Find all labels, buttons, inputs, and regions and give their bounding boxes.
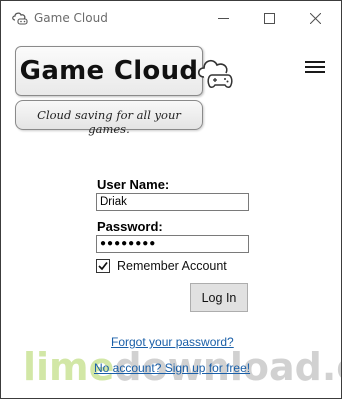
signup-link[interactable]: No account? Sign up for free! xyxy=(94,361,250,375)
maximize-button[interactable] xyxy=(246,1,292,35)
close-icon xyxy=(309,12,321,24)
login-button[interactable]: Log In xyxy=(190,283,248,312)
close-button[interactable] xyxy=(292,1,338,35)
logo-text: Game Cloud xyxy=(19,56,199,86)
logo-banner: Game Cloud xyxy=(15,46,203,96)
hamburger-menu-button[interactable] xyxy=(303,58,327,76)
username-label: User Name: xyxy=(97,177,170,192)
maximize-icon xyxy=(263,12,275,24)
cloud-controller-icon xyxy=(197,59,233,88)
window-title: Game Cloud xyxy=(34,11,108,25)
title-bar[interactable]: Game Cloud xyxy=(1,1,341,35)
tagline-banner: Cloud saving for all your games. xyxy=(15,100,203,136)
password-input[interactable] xyxy=(96,235,249,253)
tagline-text: Cloud saving for all your games. xyxy=(37,108,181,136)
username-input[interactable] xyxy=(96,193,249,211)
remember-account-label: Remember Account xyxy=(117,259,227,273)
checkmark-icon xyxy=(98,261,108,271)
checkbox-box[interactable] xyxy=(96,259,110,273)
minimize-icon xyxy=(217,17,229,19)
cloud-controller-icon xyxy=(12,12,28,25)
remember-account-checkbox[interactable]: Remember Account xyxy=(96,258,227,274)
password-label: Password: xyxy=(97,219,163,234)
app-window: Game Cloud Game Cloud Cloud saving for a… xyxy=(0,0,342,399)
minimize-button[interactable] xyxy=(200,1,246,35)
